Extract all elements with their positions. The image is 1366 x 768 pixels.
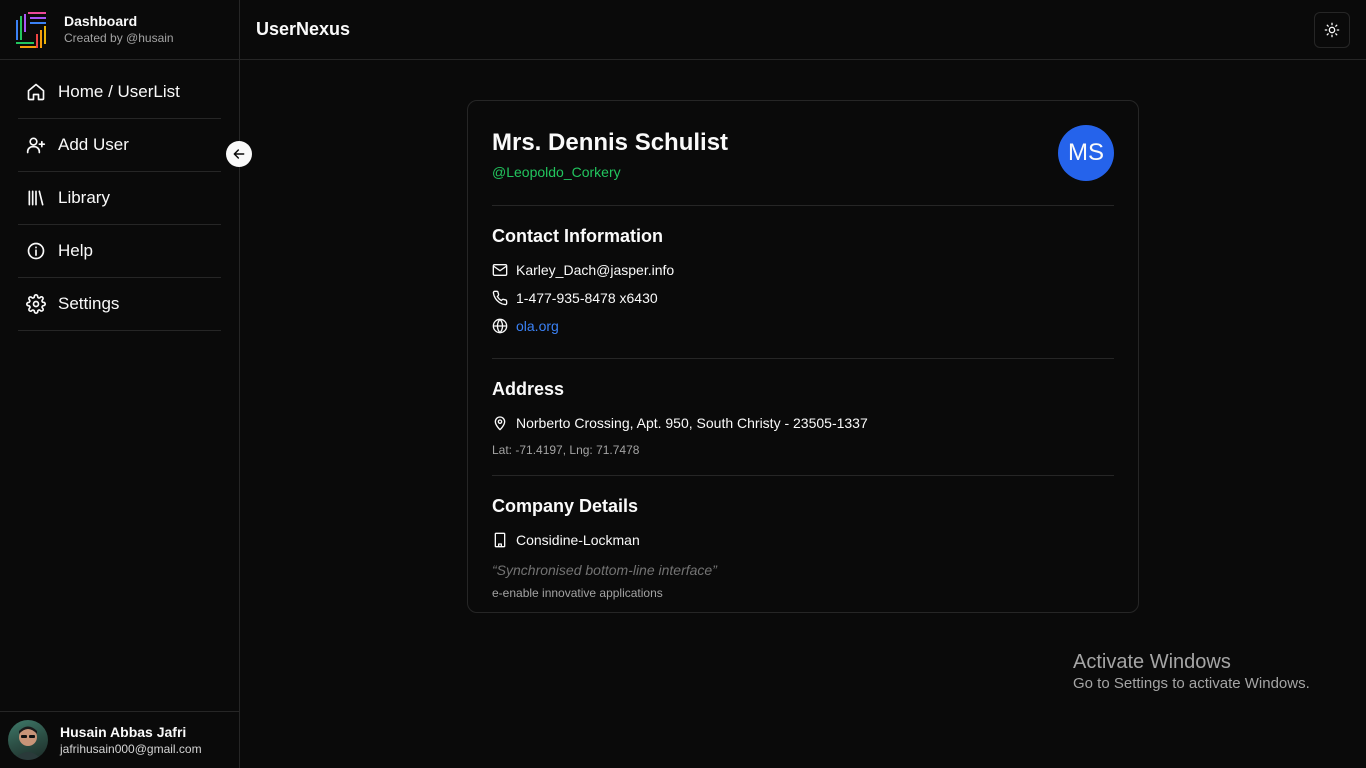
sidebar-item-home[interactable]: Home / UserList: [18, 66, 221, 119]
company-name: Considine-Lockman: [516, 532, 640, 548]
top-bar: UserNexus: [240, 0, 1366, 60]
mail-icon: [492, 262, 508, 278]
info-icon: [26, 241, 46, 261]
dashboard-logo-icon: [14, 11, 50, 48]
building-icon: [492, 532, 508, 548]
sidebar-item-label: Home / UserList: [58, 82, 180, 101]
company-catchphrase: “Synchronised bottom-line interface”: [492, 562, 717, 578]
contact-website-link[interactable]: ola.org: [516, 318, 559, 334]
globe-icon: [492, 318, 508, 334]
sidebar: Dashboard Created by @husain Home / User…: [0, 0, 240, 768]
theme-toggle-button[interactable]: [1314, 12, 1350, 48]
sidebar-user-profile[interactable]: Husain Abbas Jafri jafrihusain000@gmail.…: [0, 711, 240, 768]
contact-section: Contact Information Karley_Dach@jasper.i…: [492, 206, 1114, 359]
brand-text: Dashboard Created by @husain: [64, 13, 174, 46]
sidebar-item-help[interactable]: Help: [18, 225, 221, 278]
app-title: UserNexus: [256, 19, 351, 39]
watermark-title: Activate Windows: [1073, 651, 1231, 673]
sidebar-item-add-user[interactable]: Add User: [18, 119, 221, 172]
user-profile-card: Mrs. Dennis Schulist @Leopoldo_Corkery M…: [467, 100, 1139, 613]
gear-icon: [26, 294, 46, 314]
profile-name: Mrs. Dennis Schulist: [492, 129, 729, 156]
contact-section-title: Contact Information: [492, 226, 663, 246]
company-section-title: Company Details: [492, 496, 639, 516]
profile-initials-avatar: MS: [1058, 125, 1114, 181]
address-section: Address Norberto Crossing, Apt. 950, Sou…: [492, 359, 1114, 476]
map-pin-icon: [492, 415, 508, 431]
company-bs: e-enable innovative applications: [492, 586, 663, 600]
brand-title: Dashboard: [64, 13, 138, 29]
contact-phone-row: 1-477-935-8478 x6430: [492, 284, 1114, 312]
profile-username: @Leopoldo_Corkery: [492, 164, 621, 180]
address-line: Norberto Crossing, Apt. 950, South Chris…: [516, 415, 868, 431]
company-section: Company Details Considine-Lockman “Synch…: [492, 476, 1114, 618]
contact-email: Karley_Dach@jasper.info: [516, 262, 675, 278]
avatar: [8, 720, 48, 760]
sidebar-item-label: Settings: [58, 294, 120, 313]
contact-website-row: ola.org: [492, 312, 1114, 340]
sidebar-item-label: Help: [58, 241, 93, 260]
sidebar-user-email: jafrihusain000@gmail.com: [60, 741, 202, 756]
address-geo: Lat: -71.4197, Lng: 71.7478: [492, 443, 640, 457]
sidebar-user-name: Husain Abbas Jafri: [60, 723, 187, 740]
sidebar-item-label: Library: [58, 188, 110, 207]
home-icon: [26, 82, 46, 102]
sidebar-item-settings[interactable]: Settings: [18, 278, 221, 331]
phone-icon: [492, 290, 508, 306]
watermark-subtitle: Go to Settings to activate Windows.: [1073, 675, 1310, 692]
activate-windows-watermark: Activate Windows Go to Settings to activ…: [1073, 650, 1310, 694]
arrow-left-icon: [233, 149, 245, 159]
company-name-row: Considine-Lockman: [492, 526, 1114, 554]
library-icon: [26, 188, 46, 208]
address-row: Norberto Crossing, Apt. 950, South Chris…: [492, 409, 1114, 437]
brand-header: Dashboard Created by @husain: [0, 0, 239, 60]
contact-email-row: Karley_Dach@jasper.info: [492, 256, 1114, 284]
address-section-title: Address: [492, 379, 565, 399]
user-plus-icon: [26, 135, 46, 155]
contact-phone: 1-477-935-8478 x6430: [516, 290, 658, 306]
sidebar-item-library[interactable]: Library: [18, 172, 221, 225]
sun-icon: [1324, 22, 1340, 38]
profile-header: Mrs. Dennis Schulist @Leopoldo_Corkery M…: [492, 125, 1114, 206]
collapse-sidebar-button[interactable]: [226, 141, 252, 167]
sidebar-item-label: Add User: [58, 135, 129, 154]
sidebar-nav: Home / UserList Add User Library Help Se…: [0, 60, 239, 331]
brand-subtitle: Created by @husain: [64, 31, 174, 45]
